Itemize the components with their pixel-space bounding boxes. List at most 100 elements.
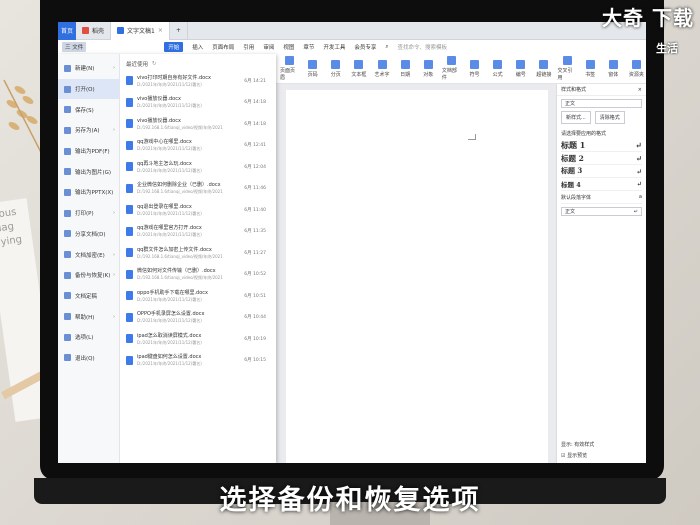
recent-file-item[interactable]: OPPO手机录屏怎么设置.docx D:/2021年/年终/2021/11/12(…	[126, 307, 270, 329]
object-icon	[423, 59, 433, 69]
menu-item-label: 输出为PDF(F)	[75, 149, 110, 156]
ribbon-hyperlink[interactable]: 超链接	[534, 59, 553, 78]
command-search[interactable]: 查找命令、搜索模板	[397, 43, 447, 51]
file-menu-item[interactable]: 打开(O)	[58, 78, 119, 100]
style-heading-3[interactable]: 标题 3 ↵	[561, 165, 642, 178]
file-menu-item[interactable]: 打印(P) ›	[58, 203, 119, 224]
word-doc-icon	[126, 205, 133, 215]
new-tab-button[interactable]: +	[170, 22, 188, 40]
date-icon	[400, 59, 410, 69]
file-menu-item[interactable]: 文档定稿	[58, 286, 119, 307]
panel-close-icon[interactable]: ×	[638, 87, 642, 93]
style-heading-1[interactable]: 标题 1 ↵	[561, 139, 642, 152]
ribbon-wordart[interactable]: 艺术字	[373, 59, 392, 78]
tab-docer[interactable]: 稻壳	[76, 22, 112, 40]
ribbon-form[interactable]: 窗体	[604, 59, 623, 78]
style-label: 标题 4	[561, 181, 581, 189]
file-menu-item[interactable]: 选项(L)	[58, 327, 119, 348]
recent-file-item[interactable]: 企业微信如何删除企业（已删）.docx D:/192.168.1.6/tianqi…	[126, 178, 270, 200]
style-body[interactable]: 正文 ↵	[561, 207, 642, 216]
recent-file-item[interactable]: vivo打印时期自身有好文件.docx D:/2021年/年终/2021/11/1…	[126, 70, 270, 92]
menu-member[interactable]: 会员专享	[354, 43, 376, 51]
menu-developer[interactable]: 开发工具	[323, 43, 345, 51]
recent-file-item[interactable]: qq退出登录在哪里.docx D:/2021年/年终/2021/11/12(署名)…	[126, 199, 270, 221]
ribbon-resources[interactable]: 资源夹	[627, 59, 646, 78]
ribbon-numbering[interactable]: 编号	[511, 59, 530, 78]
ribbon-bookmark[interactable]: 书签	[581, 59, 600, 78]
textbox-icon	[354, 59, 364, 69]
ribbon-symbol[interactable]: 符号	[465, 59, 484, 78]
recent-file-item[interactable]: oppo手机助手下载在哪里.docx D:/2021年/年终/2021/11/12…	[126, 285, 270, 307]
show-filter-select[interactable]: 有效样式	[574, 442, 594, 448]
menu-chapter[interactable]: 章节	[303, 43, 314, 51]
ribbon-textbox[interactable]: 文本框	[349, 59, 368, 78]
bookmark-icon	[585, 59, 595, 69]
docer-icon	[82, 27, 89, 34]
menu-insert[interactable]: 插入	[192, 43, 203, 51]
file-menu-item[interactable]: 帮助(H) ›	[58, 306, 119, 327]
new-style-button[interactable]: 新样式...	[561, 111, 591, 124]
styles-panel-title: 样式和格式	[561, 87, 587, 93]
recent-file-date: 6月 10:15	[244, 358, 266, 364]
recent-file-path: D:/2021年/年终/2021/11/12(署名)	[137, 296, 202, 302]
menu-start[interactable]: 开始	[164, 42, 184, 52]
recent-file-item[interactable]: qq群文件怎么加密上传文件.docx D:/192.168.1.6/tianqi_…	[126, 242, 270, 264]
file-menu-item[interactable]: 分享文档(D)	[58, 224, 119, 245]
ribbon-header-footer[interactable]: 页面页眉	[280, 56, 299, 81]
recent-file-item[interactable]: qq游戏在哪里官方打开.docx D:/2021年/年终/2021/11/12(署…	[126, 221, 270, 243]
ribbon-cross-reference[interactable]: 交叉引用	[558, 56, 577, 81]
recent-file-path: D:/2021年/年终/2021/11/12(署名)	[137, 318, 202, 324]
tab-document[interactable]: 文字文稿1 ×	[111, 22, 170, 40]
style-heading-2[interactable]: 标题 2 ↵	[561, 152, 642, 165]
recent-file-item[interactable]: qq再斗地主怎么玩.docx D:/2021年/年终/2021/11/12(署名)…	[126, 156, 270, 178]
preview-checkbox[interactable]: ☑ 显示预览	[561, 452, 594, 459]
menu-item-icon	[64, 188, 71, 196]
file-menu-item[interactable]: 备份与恢复(K) ›	[58, 265, 119, 286]
file-menu-item[interactable]: 输出为图片(G)	[58, 161, 119, 182]
menu-item-icon	[64, 271, 71, 279]
ribbon-label: 资源夹	[628, 71, 644, 78]
recent-file-item[interactable]: qq游戏中心在哪里.docx D:/2021年/年终/2021/11/12(署名)…	[126, 135, 270, 157]
menu-references[interactable]: 引用	[243, 43, 254, 51]
photo-scene: cious fliag flying 首页 稻壳 文字文稿1 × + 三 文件 …	[0, 0, 700, 525]
ribbon-page-number[interactable]: 页码	[303, 59, 322, 78]
tab-home[interactable]: 首页	[58, 22, 76, 40]
recent-file-path: D:/192.168.1.6/tianqi_video/视频/年终/2021	[137, 124, 223, 130]
word-doc-icon	[126, 269, 133, 279]
refresh-icon[interactable]: ↻	[152, 61, 157, 67]
recent-file-item[interactable]: 微信如何对文件传输（已删）.docx D:/192.168.1.6/tianqi_…	[126, 264, 270, 286]
ribbon-doc-parts[interactable]: 文档部件	[442, 56, 461, 81]
recent-file-text: qq游戏中心在哪里.docx D:/2021年/年终/2021/11/12(署名)	[137, 138, 237, 152]
style-default-font[interactable]: 默认段落字体 a	[561, 191, 642, 204]
ribbon-formula[interactable]: 公式	[488, 59, 507, 78]
file-menu-item[interactable]: 输出为PPTX(X)	[58, 182, 119, 203]
ribbon-date[interactable]: 日期	[396, 59, 415, 78]
recent-file-item[interactable]: vivo播放仪器.docx D:/2021年/年终/2021/11/12(署名) 6…	[126, 92, 270, 114]
style-label: 默认段落字体	[561, 194, 592, 201]
ribbon-object[interactable]: 对象	[419, 59, 438, 78]
document-page[interactable]	[286, 90, 548, 463]
recent-file-item[interactable]: vivo播放仪器.docx D:/192.168.1.6/tianqi_video…	[126, 113, 270, 135]
menu-view[interactable]: 视图	[283, 43, 294, 51]
file-menu-button[interactable]: 三 文件	[62, 42, 87, 52]
ribbon-page-break[interactable]: 分页	[326, 59, 345, 78]
close-tab-icon[interactable]: ×	[158, 27, 163, 34]
file-menu-item[interactable]: 文档加密(E) ›	[58, 244, 119, 265]
recent-file-date: 6月 14:21	[244, 78, 266, 84]
file-menu-item[interactable]: 退出(Q)	[58, 348, 119, 369]
file-menu-item[interactable]: 输出为PDF(F)	[58, 141, 119, 162]
file-menu-item[interactable]: 保存(S)	[58, 99, 119, 120]
style-heading-4[interactable]: 标题 4 ↵	[561, 178, 642, 191]
clear-format-button[interactable]: 清除格式	[594, 111, 625, 124]
file-menu-item[interactable]: 新建(N) ›	[58, 58, 119, 79]
current-style-field[interactable]: 正文	[561, 99, 642, 108]
menu-review[interactable]: 审阅	[263, 43, 274, 51]
recent-file-item[interactable]: ipad键盘如何怎么设置.docx D:/2021年/年终/2021/11/12(…	[126, 350, 270, 372]
tab-docer-label: 稻壳	[92, 28, 105, 35]
recent-file-name: qq游戏中心在哪里.docx	[137, 139, 192, 146]
recent-file-item[interactable]: ipad怎么取消读屏模式.docx D:/2021年/年终/2021/11/12(…	[126, 328, 270, 350]
menu-page-layout[interactable]: 页面布局	[212, 43, 234, 51]
file-menu-item[interactable]: 另存为(A) ›	[58, 120, 119, 141]
tab-bar: 首页 稻壳 文字文稿1 × +	[58, 22, 646, 40]
word-doc-icon	[126, 355, 133, 365]
